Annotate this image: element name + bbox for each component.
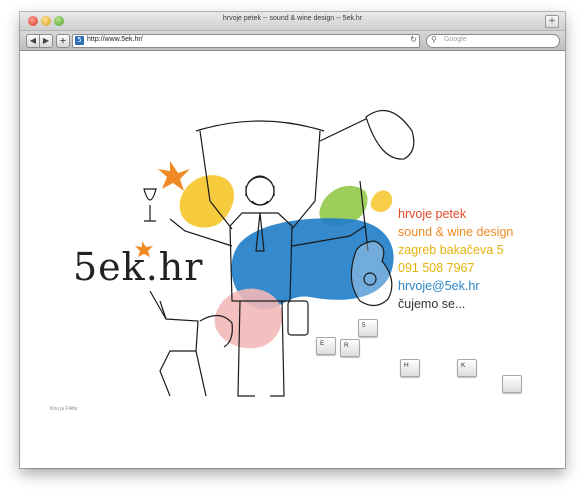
forward-button[interactable]: ▶	[39, 34, 53, 48]
site-logo[interactable]: 5ek.hr	[73, 245, 203, 289]
site-favicon-icon: 5	[75, 36, 84, 45]
pink-blob	[214, 288, 283, 349]
contact-signoff: čujemo se...	[398, 297, 466, 311]
search-icon: ⚲	[431, 35, 437, 44]
window-title: hrvoje petek -- sound & wine design -- 5…	[222, 15, 363, 22]
back-button[interactable]: ◀	[26, 34, 40, 48]
boom-microphone	[319, 109, 415, 160]
star-icon-left	[158, 161, 190, 191]
key-r-label: R	[344, 342, 349, 349]
reload-icon[interactable]: ↻	[410, 35, 417, 44]
key-5-label: 5	[362, 322, 366, 329]
toolbar-toggle-button[interactable]: +	[545, 15, 559, 28]
key-h[interactable]: H	[400, 359, 420, 377]
credit-text: Kiru ja Fiktiv	[50, 406, 78, 412]
yellow-blob	[179, 175, 234, 228]
contact-tagline: sound & wine design	[398, 225, 514, 239]
wine-glass-drawing	[143, 188, 157, 222]
key-k[interactable]: K	[457, 359, 477, 377]
key-dot[interactable]	[502, 375, 522, 393]
contact-info: hrvoje petek sound & wine design zagreb …	[398, 205, 513, 313]
browser-window: hrvoje petek -- sound & wine design -- 5…	[20, 12, 565, 468]
add-bookmark-button[interactable]: +	[56, 34, 70, 48]
title-bar: hrvoje petek -- sound & wine design -- 5…	[20, 12, 565, 31]
search-placeholder[interactable]: Google	[444, 36, 467, 43]
address-bar[interactable]: 5 http://www.5ek.hr/ ↻	[72, 34, 420, 48]
key-r[interactable]: R	[340, 339, 360, 357]
key-e-label: E	[320, 340, 325, 347]
page-content: 5ek.hr hrvoje petek sound & wine design …	[20, 51, 565, 468]
yellow-small-blob	[370, 190, 393, 213]
search-field[interactable]: ⚲ Google	[426, 34, 560, 48]
contact-phone: 091 508 7967	[398, 261, 475, 275]
address-bar-url[interactable]: http://www.5ek.hr/	[87, 36, 143, 43]
key-k-label: K	[461, 362, 466, 369]
key-e[interactable]: E	[316, 337, 336, 355]
key-h-label: H	[404, 362, 409, 369]
key-5[interactable]: 5	[358, 319, 378, 337]
contact-email-link[interactable]: hrvoje@5ek.hr	[398, 277, 513, 295]
contact-name: hrvoje petek	[398, 207, 467, 221]
contact-address: zagreb bakačeva 5	[398, 243, 504, 257]
browser-toolbar: ◀ ▶ + 5 http://www.5ek.hr/ ↻ ⚲ Google	[20, 31, 565, 51]
